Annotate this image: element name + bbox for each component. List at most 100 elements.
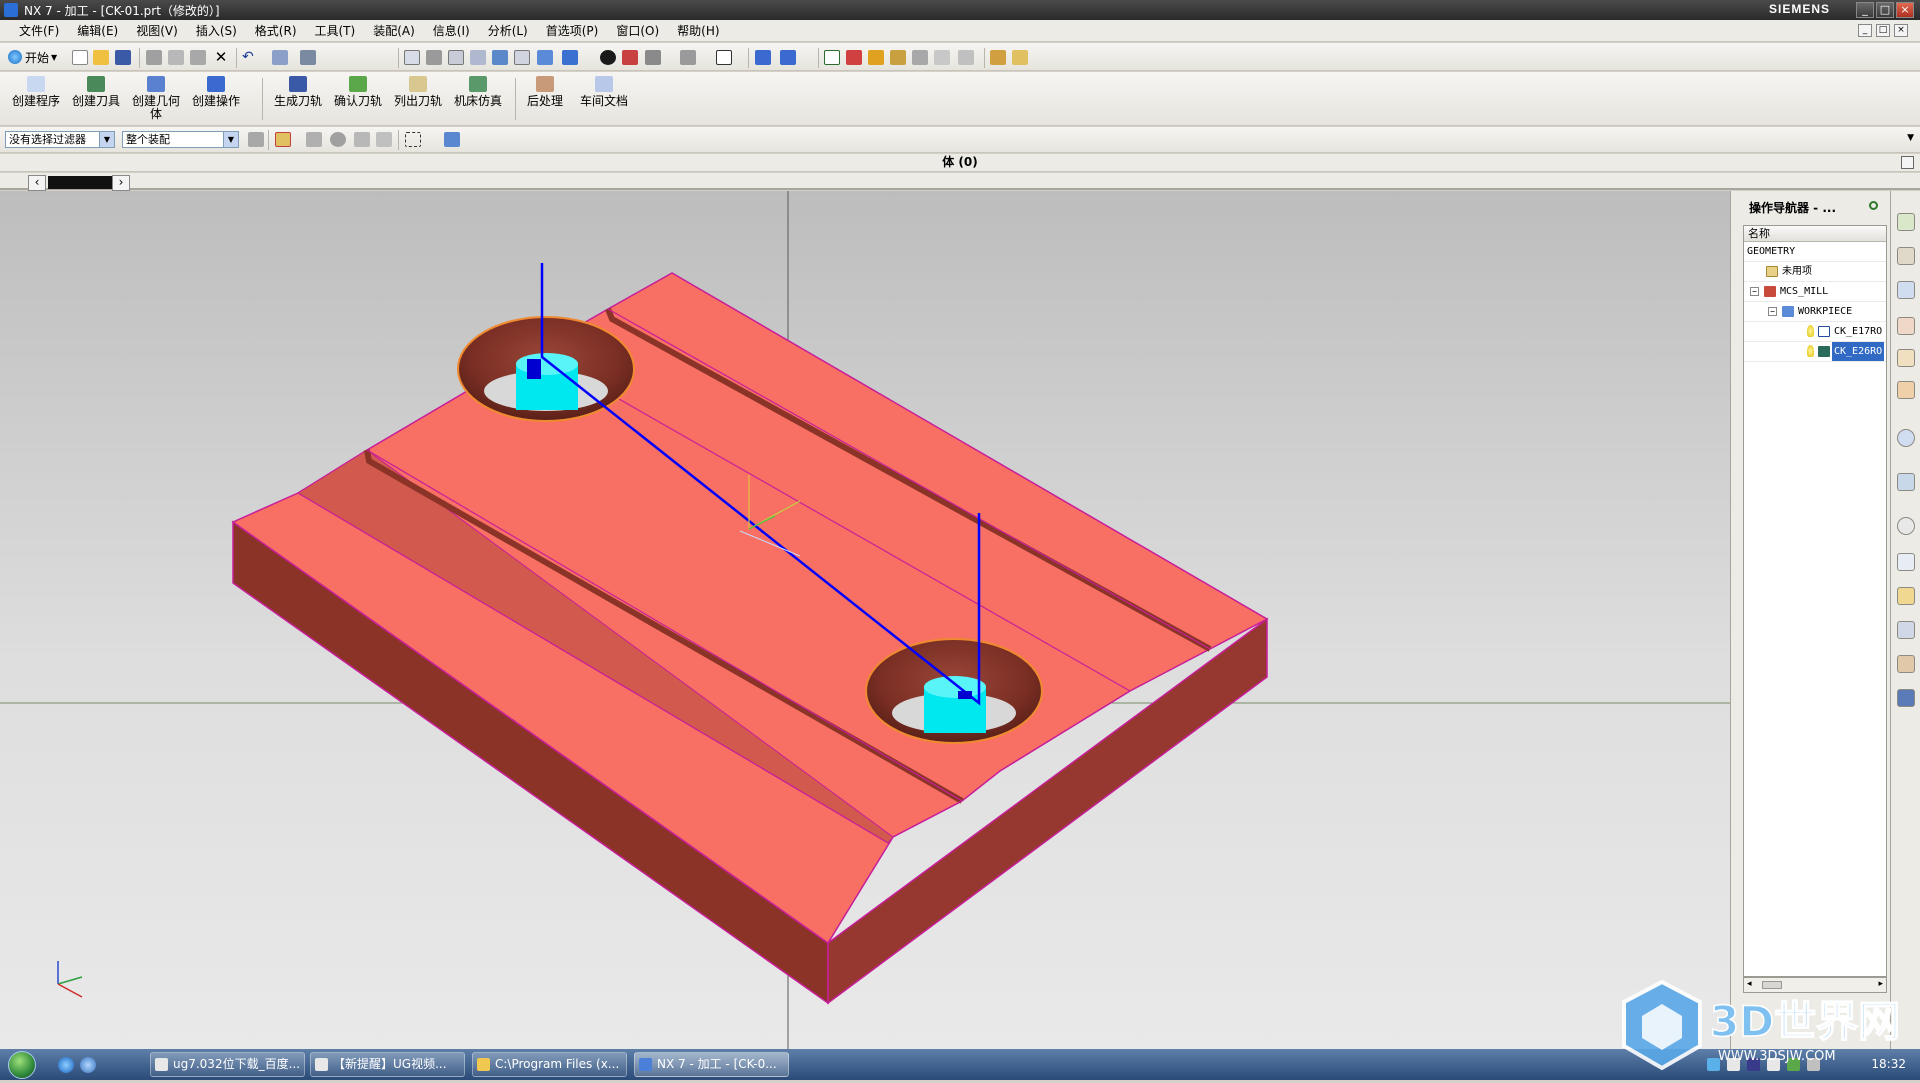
- create-operation-button[interactable]: 创建操作: [190, 76, 242, 122]
- machine-simulation-button[interactable]: 机床仿真: [452, 76, 504, 122]
- reuse-library-icon[interactable]: [1897, 317, 1915, 335]
- operation-navigator-tab-icon[interactable]: [1897, 349, 1915, 367]
- graphics-window[interactable]: [0, 191, 1730, 1049]
- menu-edit[interactable]: 编辑(E): [68, 22, 127, 39]
- undo-icon[interactable]: ↶: [242, 50, 258, 65]
- menu-info[interactable]: 信息(I): [424, 22, 479, 39]
- web-browser-icon[interactable]: [1897, 429, 1915, 447]
- minimize-button[interactable]: _: [1856, 2, 1874, 18]
- create-program-button[interactable]: 创建程序: [10, 76, 62, 122]
- generate-toolpath-button[interactable]: 生成刀轨: [272, 76, 324, 122]
- menu-assembly[interactable]: 装配(A): [364, 22, 424, 39]
- process-studio-icon[interactable]: [1897, 587, 1915, 605]
- face-rule-icon[interactable]: [330, 132, 346, 147]
- navigator-tree[interactable]: 名称 GEOMETRY 未用项 − MCS_MILL − WORKPIECE C…: [1743, 225, 1887, 977]
- verify-toolpath-button[interactable]: 确认刀轨: [332, 76, 384, 122]
- open-folder-icon[interactable]: [93, 50, 109, 65]
- rotate-icon[interactable]: [492, 50, 508, 65]
- cut-icon[interactable]: [146, 50, 162, 65]
- zoom-box-icon[interactable]: [426, 50, 442, 65]
- menu-analysis[interactable]: 分析(L): [479, 22, 537, 39]
- shaded-view-icon[interactable]: [562, 50, 578, 65]
- new-file-icon[interactable]: [72, 50, 88, 65]
- tree-row-mcs-mill[interactable]: − MCS_MILL: [1744, 282, 1886, 302]
- control-point-icon[interactable]: [890, 50, 906, 65]
- save-icon[interactable]: [115, 50, 131, 65]
- constraint-navigator-icon[interactable]: [1897, 247, 1915, 265]
- fit-view-icon[interactable]: [404, 50, 420, 65]
- curve-rule-icon[interactable]: [306, 132, 322, 147]
- perspective-icon[interactable]: [537, 50, 553, 65]
- touch-mode-icon[interactable]: [300, 50, 316, 65]
- background-icon[interactable]: [716, 50, 732, 65]
- close-button[interactable]: ×: [1896, 2, 1914, 18]
- windows-start-button[interactable]: [8, 1051, 36, 1079]
- snap-point-toggle-icon[interactable]: [275, 132, 291, 147]
- render-style-icon[interactable]: [600, 50, 616, 65]
- shop-documentation-button[interactable]: 车间文档: [578, 76, 630, 122]
- menu-help[interactable]: 帮助(H): [668, 22, 728, 39]
- manufacturing-wizard-icon[interactable]: [1897, 621, 1915, 639]
- postprocess-button[interactable]: 后处理: [522, 76, 568, 122]
- sectioning-icon[interactable]: [645, 50, 661, 65]
- roles-icon[interactable]: [1897, 655, 1915, 673]
- menu-tools[interactable]: 工具(T): [306, 22, 365, 39]
- create-tool-button[interactable]: 创建刀具: [70, 76, 122, 122]
- wcs-dynamic-icon[interactable]: [780, 50, 796, 65]
- paste-icon[interactable]: [190, 50, 206, 65]
- internet-explorer-icon[interactable]: [58, 1057, 74, 1073]
- tree-row-workpiece[interactable]: − WORKPIECE: [1744, 302, 1886, 322]
- assembly-navigator-icon[interactable]: [1897, 213, 1915, 231]
- taskbar-item-browser-1[interactable]: ug7.032位下载_百度...: [150, 1052, 305, 1077]
- tree-row-operation-1[interactable]: CK_E17RO: [1744, 322, 1886, 342]
- part-navigator-icon[interactable]: [1897, 281, 1915, 299]
- select-body-icon[interactable]: [444, 132, 460, 147]
- edit-section-icon[interactable]: [622, 50, 638, 65]
- zoom-icon[interactable]: [448, 50, 464, 65]
- clock-icon[interactable]: [1897, 517, 1915, 535]
- type-filter-dropdown[interactable]: 没有选择过滤器 ▼: [5, 131, 115, 148]
- scroll-right-icon[interactable]: ›: [112, 175, 130, 191]
- repeat-command-icon[interactable]: [272, 50, 288, 65]
- snap-point-icon[interactable]: [824, 50, 840, 65]
- doc-close-button[interactable]: ×: [1894, 24, 1908, 37]
- feature-rule-icon[interactable]: [354, 132, 370, 147]
- menu-format[interactable]: 格式(R): [246, 22, 306, 39]
- restore-panel-icon[interactable]: [1901, 156, 1914, 169]
- wcs-icon[interactable]: [755, 50, 771, 65]
- history-icon[interactable]: [1897, 473, 1915, 491]
- measure-angle-icon[interactable]: [1012, 50, 1028, 65]
- menu-window[interactable]: 窗口(O): [607, 22, 668, 39]
- arc-center-icon[interactable]: [934, 50, 950, 65]
- chevron-down-icon[interactable]: ▼: [1907, 133, 1914, 143]
- rectangle-select-icon[interactable]: [405, 132, 421, 147]
- menu-view[interactable]: 视图(V): [127, 22, 187, 39]
- taskbar-item-explorer[interactable]: C:\Program Files (x...: [472, 1052, 627, 1077]
- menu-insert[interactable]: 插入(S): [187, 22, 246, 39]
- quadrant-icon[interactable]: [958, 50, 974, 65]
- doc-minimize-button[interactable]: _: [1858, 24, 1872, 37]
- restore-button[interactable]: □: [1876, 2, 1894, 18]
- selection-settings-icon[interactable]: [248, 132, 264, 147]
- selection-scope-dropdown[interactable]: 整个装配 ▼: [122, 131, 239, 148]
- taskbar-item-browser-2[interactable]: 【新提醒】UG视频...: [310, 1052, 465, 1077]
- part-top-face[interactable]: [231, 272, 1269, 945]
- machine-tool-navigator-icon[interactable]: [1897, 381, 1915, 399]
- tree-row-geometry[interactable]: GEOMETRY: [1744, 242, 1886, 262]
- orient-view-icon[interactable]: [514, 50, 530, 65]
- start-button[interactable]: 开始 ▼: [8, 48, 57, 66]
- collapse-icon[interactable]: −: [1768, 307, 1777, 316]
- layer-settings-icon[interactable]: [680, 50, 696, 65]
- show-desktop-icon[interactable]: [80, 1057, 96, 1073]
- cad-scene[interactable]: [0, 191, 1730, 1049]
- pin-icon[interactable]: [1869, 201, 1878, 210]
- taskbar-item-nx[interactable]: NX 7 - 加工 - [CK-0...: [634, 1052, 789, 1077]
- collapse-icon[interactable]: −: [1750, 287, 1759, 296]
- list-toolpath-button[interactable]: 列出刀轨: [392, 76, 444, 122]
- mid-point-icon[interactable]: [868, 50, 884, 65]
- system-materials-icon[interactable]: [1897, 553, 1915, 571]
- menu-file[interactable]: 文件(F): [10, 22, 68, 39]
- column-header-name[interactable]: 名称: [1744, 226, 1886, 242]
- end-point-icon[interactable]: [846, 50, 862, 65]
- menu-preferences[interactable]: 首选项(P): [537, 22, 608, 39]
